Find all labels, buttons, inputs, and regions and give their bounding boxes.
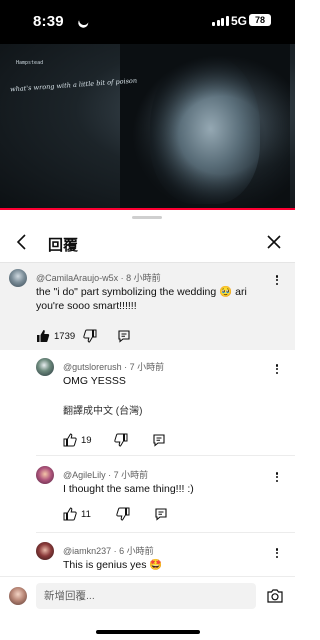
comment-time: 8 小時前	[126, 273, 161, 283]
comment-time: 7 小時前	[113, 470, 149, 480]
comment-text: the "i do" part symbolizing the wedding …	[36, 286, 247, 312]
thumbs-up-icon[interactable]	[36, 329, 50, 343]
comment-author[interactable]: @iamkn237	[63, 546, 111, 556]
like-count: 19	[81, 434, 92, 446]
home-indicator[interactable]	[96, 630, 200, 634]
moon-icon	[77, 13, 91, 27]
comment-actions: 1739	[36, 328, 131, 344]
thumbs-down-icon[interactable]	[116, 507, 130, 521]
video-player[interactable]: Hampstead what's wrong with a little bit…	[0, 44, 295, 210]
reply-divider	[36, 455, 295, 456]
reply-divider	[36, 532, 295, 533]
avatar[interactable]	[36, 466, 54, 484]
avatar[interactable]	[36, 358, 54, 376]
camera-icon[interactable]	[266, 587, 284, 605]
parent-comment: @CamilaAraujo-w5x · 8 小時前 the "i do" par…	[0, 263, 295, 350]
comment-author[interactable]: @gutslorerush	[63, 362, 122, 372]
comment-text: I thought the same thing!!! :)	[63, 483, 194, 495]
like-count: 11	[81, 508, 91, 520]
thumbs-up-icon[interactable]	[63, 507, 77, 521]
thumbs-down-icon[interactable]	[83, 329, 97, 343]
sheet-header: 回覆	[0, 224, 295, 264]
comment-author[interactable]: @AgileLily	[63, 470, 106, 480]
sheet-drag-handle[interactable]	[132, 216, 162, 219]
comment-meta: @CamilaAraujo-w5x · 8 小時前	[36, 273, 161, 283]
comment-text: This is genius yes 🤩	[63, 559, 163, 571]
translate-link[interactable]: 翻譯成中文 (台灣)	[63, 402, 142, 417]
signal-icon	[212, 16, 229, 26]
reply-input[interactable]: 新增回覆...	[36, 583, 256, 609]
more-vertical-icon[interactable]	[272, 362, 282, 376]
avatar[interactable]	[9, 269, 27, 287]
status-time: 8:39	[33, 13, 64, 30]
sheet-title: 回覆	[48, 237, 79, 254]
more-vertical-icon[interactable]	[272, 273, 282, 287]
video-caption: Hampstead	[16, 60, 44, 66]
avatar[interactable]	[36, 542, 54, 560]
comment-actions: 11	[63, 506, 168, 522]
reply-item: @gutslorerush · 7 小時前 OMG YESSS 翻譯成中文 (台…	[0, 350, 295, 458]
battery-icon: 78	[249, 14, 271, 26]
reply-item: @AgileLily · 7 小時前 I thought the same th…	[0, 458, 295, 534]
close-icon[interactable]	[264, 232, 284, 252]
comment-time: 7 小時前	[129, 362, 165, 372]
status-bar: 8:39 5G 78	[0, 0, 295, 44]
more-vertical-icon[interactable]	[272, 546, 282, 560]
comment-meta: @gutslorerush · 7 小時前	[63, 362, 165, 372]
chevron-left-icon[interactable]	[12, 232, 32, 252]
more-vertical-icon[interactable]	[272, 470, 282, 484]
like-count: 1739	[54, 330, 76, 342]
video-lyric-text: what's wrong with a little bit of poison	[9, 76, 138, 94]
comment-text: OMG YESSS	[63, 375, 126, 387]
reply-item: @iamkn237 · 6 小時前 This is genius yes 🤩	[0, 534, 295, 576]
comment-author[interactable]: @CamilaAraujo-w5x	[36, 273, 118, 283]
comment-time: 6 小時前	[119, 546, 154, 556]
thumbs-up-icon[interactable]	[63, 433, 77, 447]
reply-icon[interactable]	[152, 433, 166, 447]
reply-composer: 新增回覆...	[0, 576, 295, 616]
thumbs-down-icon[interactable]	[113, 433, 128, 447]
network-label: 5G	[231, 14, 248, 28]
comment-meta: @iamkn237 · 6 小時前	[63, 546, 154, 556]
reply-icon[interactable]	[154, 507, 168, 521]
comment-meta: @AgileLily · 7 小時前	[63, 470, 149, 480]
comment-actions: 19	[63, 432, 166, 448]
avatar	[9, 587, 27, 605]
reply-icon[interactable]	[117, 329, 131, 343]
